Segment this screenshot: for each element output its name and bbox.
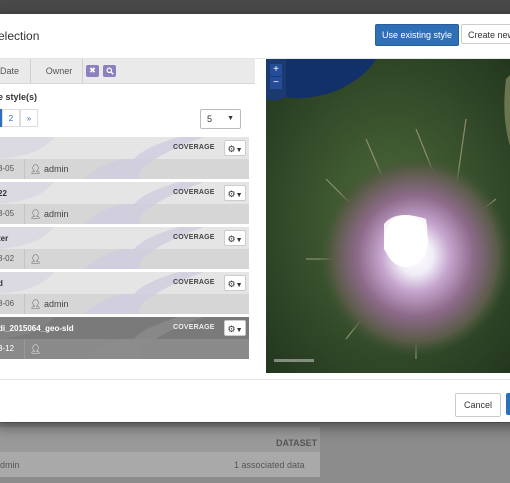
gear-icon: ⚙ — [227, 279, 236, 289]
chevron-down-icon: ▼ — [235, 282, 243, 289]
confirm-button-edge[interactable] — [506, 393, 510, 415]
style-card-divider — [24, 159, 25, 179]
style-name: d — [0, 279, 3, 288]
background-owner: dmin — [0, 460, 20, 470]
style-card[interactable]: d COVERAGE ⚙▼ 3-06 👤︎ admin — [0, 272, 249, 314]
gear-icon: ⚙ — [227, 234, 236, 244]
modal-header: election Use existing style Create new — [0, 14, 510, 59]
style-type-badge: COVERAGE — [173, 189, 215, 196]
gear-icon: ⚙ — [227, 324, 236, 334]
style-date: 3-02 — [0, 254, 15, 263]
user-icon: 👤︎ — [30, 254, 42, 264]
background-dataset-label: DATASET — [276, 438, 318, 448]
style-card[interactable]: 22 COVERAGE ⚙▼ 3-05 👤︎ admin — [0, 182, 249, 224]
chevron-down-icon: ▼ — [227, 115, 234, 122]
style-card[interactable]: ter COVERAGE ⚙▼ 3-02 👤︎ — [0, 227, 249, 269]
style-owner: 👤︎ admin — [30, 299, 68, 310]
style-owner: 👤︎ admin — [30, 164, 68, 175]
style-card-divider — [24, 294, 25, 314]
clear-filter-icon[interactable]: ✖ — [86, 65, 99, 77]
style-date: 3-05 — [0, 209, 15, 218]
style-count: e style(s) — [0, 92, 38, 102]
zoom-out-button[interactable]: − — [270, 77, 282, 89]
style-options-button[interactable]: ⚙▼ — [224, 185, 246, 201]
style-owner: 👤︎ admin — [30, 209, 68, 220]
style-name: ter — [0, 234, 9, 243]
page-2-button[interactable]: 2 — [2, 109, 20, 127]
sort-bar: Date Owner ✖ — [0, 59, 255, 84]
gear-icon: ⚙ — [227, 144, 236, 154]
user-icon: 👤︎ — [30, 299, 42, 309]
zoom-in-button[interactable]: + — [270, 64, 282, 76]
zoom-controls: + − — [270, 64, 282, 90]
satellite-map-image — [266, 59, 510, 373]
style-options-button[interactable]: ⚙▼ — [224, 230, 246, 246]
use-existing-style-button[interactable]: Use existing style — [375, 24, 459, 46]
style-name: di_2015064_geo-sld — [0, 324, 74, 333]
chevron-down-icon: ▼ — [235, 192, 243, 199]
style-owner-name: admin — [43, 209, 69, 219]
style-owner-name: admin — [43, 164, 69, 174]
chevron-down-icon: ▼ — [235, 327, 243, 334]
style-selection-modal: election Use existing style Create new D… — [0, 14, 510, 422]
chevron-down-icon: ▼ — [235, 147, 243, 154]
style-card[interactable]: di_2015064_geo-sld COVERAGE ⚙▼ 3-12 👤︎ — [0, 317, 249, 359]
sort-by-date[interactable]: Date — [0, 59, 31, 83]
user-icon: 👤︎ — [30, 209, 42, 219]
background-associated-data: 1 associated data — [234, 460, 305, 470]
style-owner-name: admin — [43, 299, 69, 309]
page-size-select[interactable]: 5 ▼ — [200, 109, 241, 129]
map-preview[interactable] — [266, 59, 510, 373]
next-page-button[interactable]: » — [20, 109, 38, 127]
style-type-badge: COVERAGE — [173, 324, 215, 331]
style-card-divider — [24, 339, 25, 359]
style-card[interactable]: COVERAGE ⚙▼ 3-05 👤︎ admin — [0, 137, 249, 179]
chevron-down-icon: ▼ — [235, 237, 243, 244]
page-size-value: 5 — [207, 114, 213, 124]
style-date: 3-05 — [0, 164, 15, 173]
style-options-button[interactable]: ⚙▼ — [224, 275, 246, 291]
modal-title: election — [0, 29, 40, 43]
gear-icon: ⚙ — [227, 189, 236, 199]
background-topbar — [0, 0, 510, 14]
search-icon[interactable] — [103, 65, 116, 77]
style-date: 3-12 — [0, 344, 15, 353]
user-icon: 👤︎ — [30, 344, 42, 354]
style-type-badge: COVERAGE — [173, 279, 215, 286]
style-type-badge: COVERAGE — [173, 234, 215, 241]
user-icon: 👤︎ — [30, 164, 42, 174]
style-owner: 👤︎ — [30, 254, 41, 265]
style-options-button[interactable]: ⚙▼ — [224, 320, 246, 336]
cancel-button[interactable]: Cancel — [455, 393, 501, 417]
sort-by-owner[interactable]: Owner — [36, 59, 83, 83]
style-date: 3-06 — [0, 299, 15, 308]
create-new-style-button[interactable]: Create new — [461, 24, 510, 44]
style-owner: 👤︎ — [30, 344, 41, 355]
style-type-badge: COVERAGE — [173, 144, 215, 151]
style-card-divider — [24, 204, 25, 224]
style-options-button[interactable]: ⚙▼ — [224, 140, 246, 156]
style-name: 22 — [0, 189, 7, 198]
style-card-divider — [24, 249, 25, 269]
modal-footer: Cancel — [0, 379, 510, 423]
